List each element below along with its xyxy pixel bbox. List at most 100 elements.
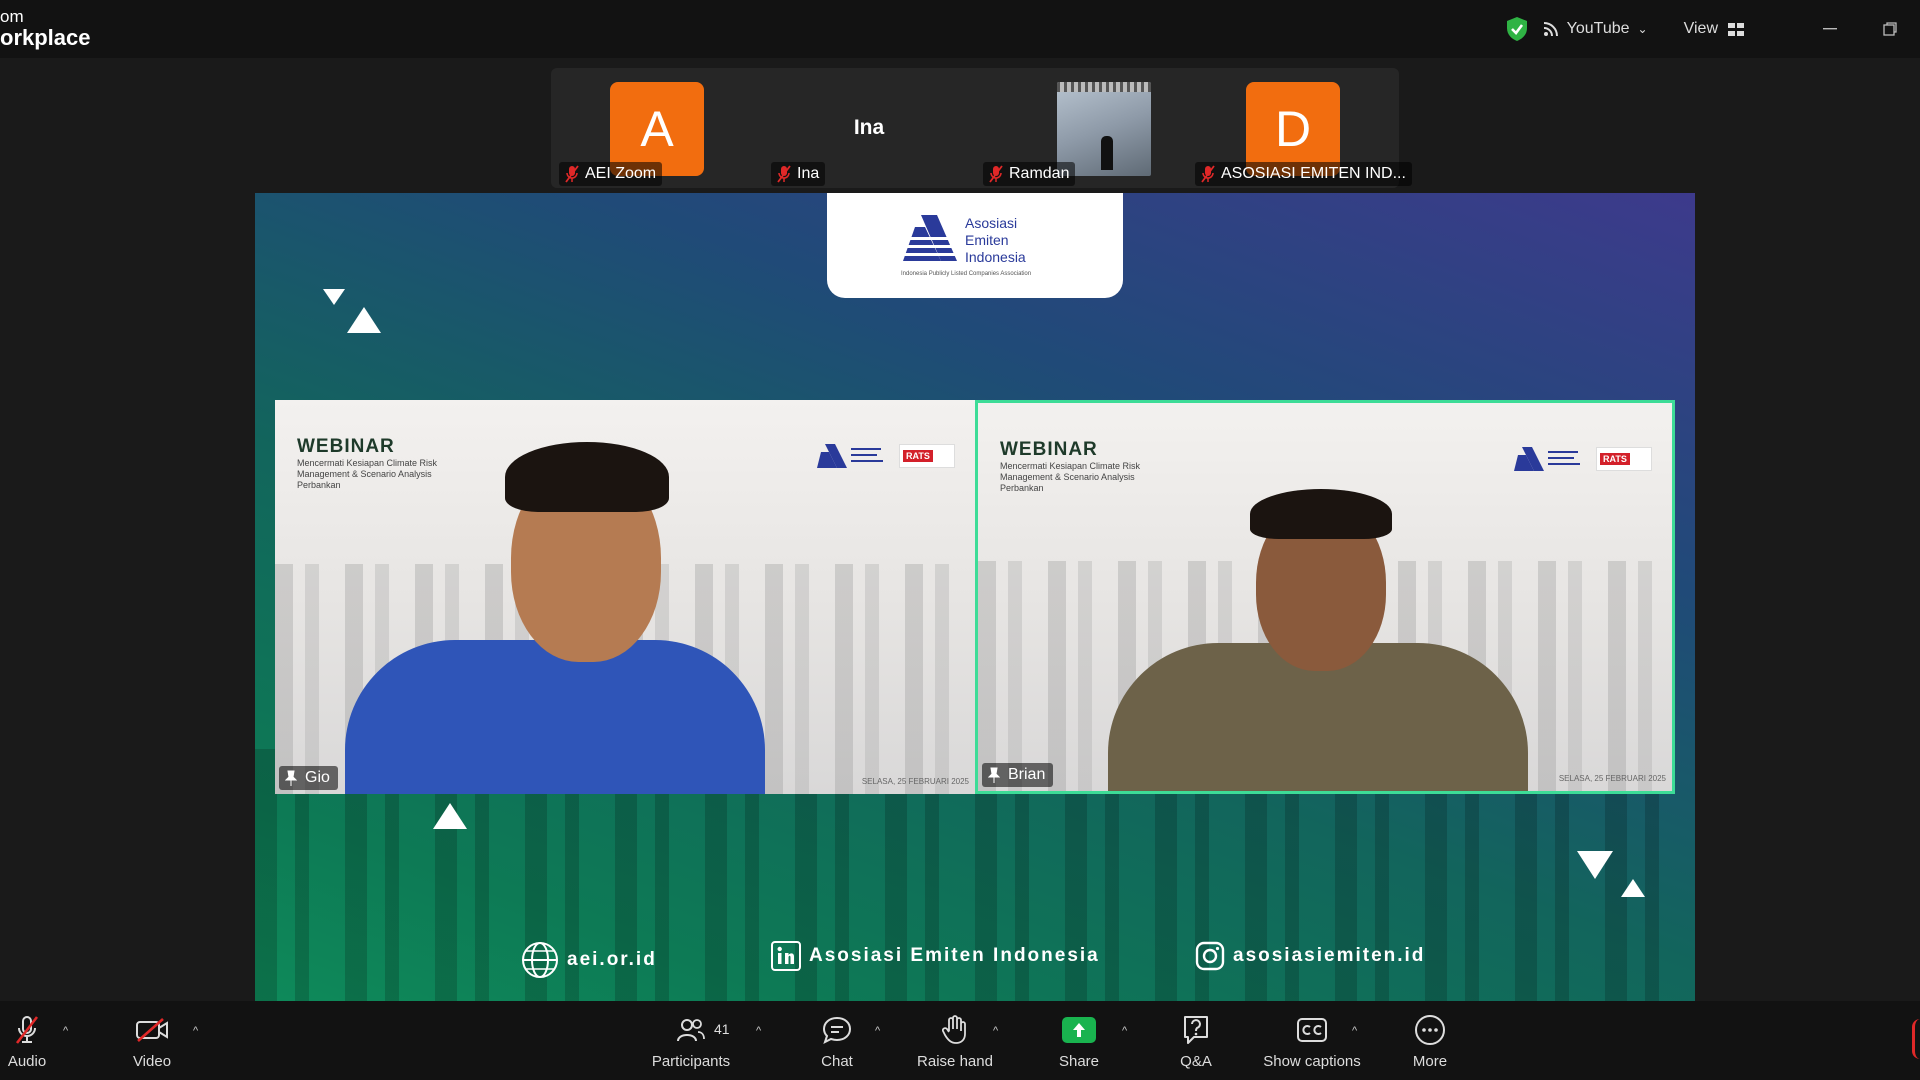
partner-logo-text: RATS (903, 450, 933, 462)
logo-text-line: Indonesia (965, 249, 1026, 265)
webinar-date: SELASA, 25 FEBRUARI 2025 (1558, 774, 1666, 783)
speaker-video-brian[interactable]: WEBINAR Mencermati Kesiapan Climate Risk… (975, 400, 1675, 794)
partner-logos: RATS (817, 442, 955, 470)
qa-button[interactable]: Q&A (1178, 1001, 1214, 1080)
video-off-icon (136, 1018, 168, 1042)
participant-label: AEI Zoom (559, 162, 663, 186)
speaker-figure (345, 640, 765, 794)
stream-label: YouTube (1566, 20, 1630, 37)
mic-muted-icon (565, 165, 579, 183)
shared-screen: Asosiasi Emiten Indonesia Indonesia Publ… (255, 193, 1695, 1001)
linkedin-link: Asosiasi Emiten Indonesia (771, 941, 1100, 971)
organization-logo: Asosiasi Emiten Indonesia Indonesia Publ… (827, 193, 1123, 298)
brand-line-1: om (0, 7, 24, 26)
more-label: More (1412, 1053, 1448, 1070)
partner-logo-text: RATS (1600, 453, 1630, 465)
pin-icon (285, 770, 297, 786)
participant-name: AEI Zoom (585, 165, 657, 182)
video-name-label: Gio (279, 766, 338, 790)
audio-button[interactable]: Audio (2, 1001, 52, 1080)
webinar-subtitle: Mencermati Kesiapan Climate Risk Managem… (297, 458, 438, 490)
linkedin-icon (771, 941, 801, 971)
participant-display-name: Ina (853, 116, 885, 139)
speaker-hair (1250, 489, 1392, 539)
participants-count: 41 (714, 1021, 730, 1037)
show-captions-button[interactable]: Show captions (1260, 1001, 1364, 1080)
participants-options-caret[interactable]: ^ (756, 1025, 761, 1037)
broadcast-icon (1543, 22, 1558, 37)
video-name-label: Brian (982, 763, 1054, 787)
chevron-down-icon: ⌄ (1637, 22, 1648, 36)
participant-strip: A AEI Zoom Ina Ina Ramdan D ASOSIASI EMI… (551, 68, 1412, 188)
logo-wordmark: Asosiasi Emiten Indonesia (965, 215, 1026, 266)
participant-tile[interactable]: A AEI Zoom (551, 68, 763, 188)
webinar-date: SELASA, 25 FEBRUARI 2025 (861, 777, 969, 786)
mic-muted-icon (777, 165, 791, 183)
mic-muted-icon (1201, 165, 1215, 183)
participant-name: Ina (797, 165, 820, 182)
participant-label: Ina (771, 162, 826, 186)
linkedin-text: Asosiasi Emiten Indonesia (809, 945, 1100, 966)
mic-muted-icon (15, 1016, 39, 1044)
live-stream-dropdown[interactable]: YouTube ⌄ (1543, 20, 1648, 38)
qa-label: Q&A (1180, 1053, 1212, 1070)
video-button[interactable]: Video (124, 1001, 180, 1080)
chat-icon (822, 1016, 852, 1044)
speaker-name: Gio (305, 769, 330, 786)
chat-label: Chat (821, 1053, 853, 1070)
brand-line-2: orkplace (0, 25, 91, 50)
restore-button[interactable] (1860, 14, 1920, 44)
decorative-triangle (433, 803, 467, 829)
participant-tile[interactable]: Ramdan (975, 68, 1187, 188)
more-icon (1415, 1015, 1445, 1045)
raise-hand-options-caret[interactable]: ^ (993, 1025, 998, 1037)
participant-tile[interactable]: Ina Ina (763, 68, 975, 188)
globe-icon (522, 942, 558, 978)
more-button[interactable]: More (1410, 1001, 1450, 1080)
aei-logo-icon (817, 444, 883, 468)
grid-view-icon (1728, 22, 1744, 36)
app-brand: om orkplace (0, 8, 91, 49)
share-label: Share (1058, 1053, 1100, 1070)
raise-hand-icon (942, 1015, 966, 1044)
captions-options-caret[interactable]: ^ (1352, 1025, 1357, 1037)
security-shield-icon[interactable] (1505, 16, 1529, 42)
instagram-link: asosiasiemiten.id (1195, 941, 1425, 971)
website-link: aei.or.id (521, 941, 657, 979)
decorative-triangle (347, 307, 381, 333)
speaker-hair (505, 442, 669, 512)
audio-label: Audio (7, 1053, 47, 1070)
speaker-video-gio[interactable]: WEBINAR Mencermati Kesiapan Climate Risk… (275, 400, 975, 794)
meeting-toolbar: Audio ^ Video ^ Participants 41 ^ Chat ^… (0, 1001, 1920, 1080)
participant-tile[interactable]: D ASOSIASI EMITEN IND... (1187, 68, 1412, 188)
decorative-triangle (323, 289, 345, 305)
participants-button[interactable]: Participants (642, 1001, 740, 1080)
view-button[interactable]: View (1684, 20, 1744, 38)
share-button[interactable]: Share (1056, 1001, 1102, 1080)
instagram-icon (1195, 941, 1225, 971)
audio-options-caret[interactable]: ^ (63, 1025, 68, 1037)
aei-logo-icon (903, 215, 961, 261)
speaker-name: Brian (1008, 766, 1046, 783)
instagram-text: asosiasiemiten.id (1233, 945, 1426, 966)
chat-button[interactable]: Chat (816, 1001, 858, 1080)
raise-hand-label: Raise hand (917, 1053, 993, 1070)
participant-label: Ramdan (983, 162, 1076, 186)
video-label: Video (132, 1053, 172, 1070)
decorative-triangle (1577, 851, 1613, 879)
aei-logo-icon (1514, 447, 1580, 471)
end-meeting-button[interactable] (1912, 1019, 1920, 1059)
captions-icon (1297, 1018, 1327, 1042)
logo-tagline: Indonesia Publicly Listed Companies Asso… (901, 271, 1032, 277)
partner-logos: RATS (1514, 445, 1652, 473)
share-options-caret[interactable]: ^ (1122, 1025, 1127, 1037)
webinar-title: WEBINAR (297, 436, 395, 457)
video-options-caret[interactable]: ^ (193, 1025, 198, 1037)
view-label: View (1683, 20, 1718, 37)
minimize-button[interactable] (1800, 14, 1860, 44)
show-captions-label: Show captions (1263, 1053, 1361, 1070)
participant-name: Ramdan (1009, 165, 1070, 182)
restore-icon (1883, 22, 1897, 36)
chat-options-caret[interactable]: ^ (875, 1025, 880, 1037)
raise-hand-button[interactable]: Raise hand (914, 1001, 996, 1080)
